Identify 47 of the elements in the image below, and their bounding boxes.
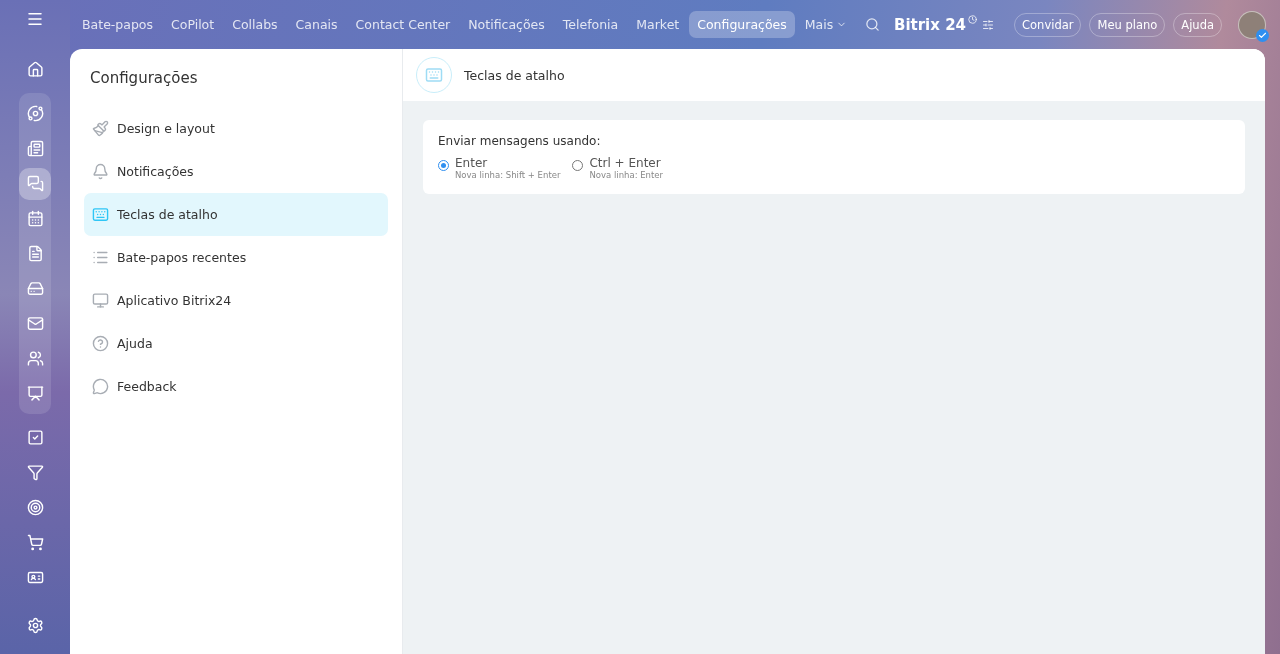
nav-tab[interactable]: Market <box>628 11 688 38</box>
settings-menu-item[interactable]: Feedback <box>84 365 388 408</box>
list-icon <box>92 249 109 266</box>
nav-tab[interactable]: Bate-papos <box>74 11 162 38</box>
option-label: Enter <box>455 156 489 170</box>
menu-label: Aplicativo Bitrix24 <box>117 293 232 308</box>
settings-menu-item[interactable]: Ajuda <box>84 322 388 365</box>
verified-badge <box>1256 28 1269 42</box>
menu-icon[interactable] <box>26 10 44 28</box>
sliders-icon[interactable] <box>982 18 995 31</box>
logo: Bitrix 24 <box>893 15 967 34</box>
nav-tab[interactable]: CoPilot <box>163 11 223 38</box>
settings-menu-item[interactable]: Aplicativo Bitrix24 <box>84 279 388 322</box>
menu-label: Bate-papos recentes <box>117 250 247 265</box>
panel-title: Configurações <box>89 69 199 89</box>
more-menu[interactable]: Mais <box>796 11 856 38</box>
menu-label: Design e layout <box>117 121 215 136</box>
clock-icon <box>968 15 978 24</box>
option-hint: Nova linha: Enter <box>589 170 664 180</box>
nav-tab[interactable]: Collabs <box>224 11 286 38</box>
search-icon[interactable] <box>864 17 880 32</box>
bell-icon <box>92 163 109 180</box>
settings-icon[interactable] <box>26 617 44 634</box>
menu-label: Ajuda <box>117 336 153 351</box>
settings-menu-item[interactable]: Design e layout <box>84 107 388 150</box>
menu-label: Notificações <box>117 164 194 179</box>
monitor-icon <box>92 292 109 309</box>
section-label: Enviar mensagens usando: <box>438 134 602 148</box>
keyboard-icon <box>92 206 109 223</box>
option-hint: Nova linha: Shift + Enter <box>455 170 561 180</box>
settings-menu-item[interactable]: Notificações <box>84 150 388 193</box>
chat-icon[interactable] <box>19 167 51 200</box>
settings-menu-item[interactable]: Bate-papos recentes <box>84 236 388 279</box>
option-label: Ctrl + Enter <box>589 156 662 170</box>
avatar[interactable] <box>1238 10 1266 39</box>
brush-icon <box>92 120 109 137</box>
nav-tab[interactable]: Configurações <box>689 11 795 38</box>
page-title: Teclas de atalho <box>464 67 565 83</box>
menu-label: Feedback <box>117 379 177 394</box>
nav-tab[interactable]: Notificações <box>460 11 553 38</box>
help-icon <box>92 335 109 352</box>
nav-tab[interactable]: Telefonia <box>554 11 627 38</box>
nav-tab[interactable]: Canais <box>287 11 346 38</box>
menu-label: Teclas de atalho <box>117 207 218 222</box>
nav-tab[interactable]: Contact Center <box>347 11 459 38</box>
settings-menu-item[interactable]: Teclas de atalho <box>84 193 388 236</box>
bubble-icon <box>92 378 109 395</box>
